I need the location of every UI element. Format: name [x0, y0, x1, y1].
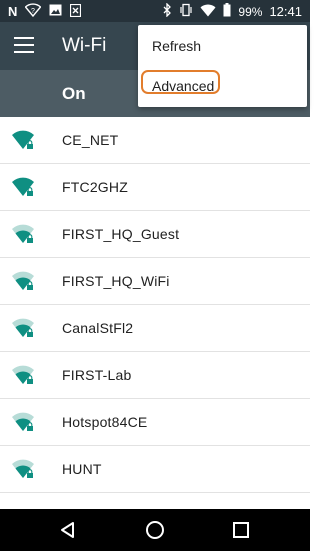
menu-item-label: Advanced [152, 78, 215, 94]
network-name: FTC2GHZ [62, 179, 128, 195]
wifi-signal-icon [200, 4, 216, 20]
recents-icon[interactable] [231, 520, 251, 540]
status-left-icons: N ? [8, 3, 82, 20]
menu-item-advanced[interactable]: Advanced [138, 67, 307, 105]
wifi-lock-icon [11, 270, 35, 292]
clock: 12:41 [269, 3, 302, 19]
navigation-bar [0, 509, 310, 551]
network-row[interactable]: FIRST-Lab [0, 352, 310, 399]
battery-percent: 99% [238, 4, 263, 19]
network-name: FIRST_HQ_WiFi [62, 273, 170, 289]
bluetooth-icon [163, 2, 172, 20]
network-name: Hotspot84CE [62, 414, 148, 430]
network-row[interactable]: FIRST_HQ_WiFi [0, 258, 310, 305]
menu-item-label: Refresh [152, 38, 202, 54]
home-icon[interactable] [145, 520, 165, 540]
battery-icon [223, 3, 231, 20]
svg-text:?: ? [31, 8, 35, 15]
menu-item-refresh[interactable]: Refresh [138, 27, 307, 65]
network-name: CanalStFl2 [62, 320, 134, 336]
network-row[interactable]: CE_NET [0, 117, 310, 164]
network-row[interactable]: CanalStFl2 [0, 305, 310, 352]
network-row[interactable]: Hotspot84CE [0, 399, 310, 446]
wifi-lock-icon [11, 411, 35, 433]
wifi-toggle-label: On [62, 84, 86, 103]
overflow-menu: Refresh Advanced [138, 25, 307, 107]
n-notification-icon: N [8, 3, 18, 19]
network-row[interactable]: FTC2GHZ [0, 164, 310, 211]
status-right-icons: 99% 12:41 [163, 2, 302, 20]
back-icon[interactable] [58, 520, 78, 540]
hamburger-menu-icon[interactable] [14, 37, 34, 55]
network-name: FIRST_HQ_Guest [62, 226, 180, 242]
screenshot-notification-icon [70, 3, 82, 20]
network-row[interactable]: HUNT [0, 446, 310, 493]
network-name: HUNT [62, 461, 102, 477]
network-name: CE_NET [62, 132, 119, 148]
image-notification-icon [49, 4, 62, 19]
wifi-lock-icon [11, 317, 35, 339]
network-row[interactable]: FIRST_HQ_Guest [0, 211, 310, 258]
vibrate-icon [179, 3, 193, 20]
wifi-lock-icon [11, 458, 35, 480]
wifi-lock-icon [11, 129, 35, 151]
wifi-lock-icon [11, 223, 35, 245]
wifi-question-icon: ? [24, 3, 42, 20]
network-list: CE_NET FTC2GHZ FIRST_HQ_Guest FIRST_HQ_WiFi… [0, 117, 310, 493]
page-title: Wi-Fi [62, 35, 107, 56]
wifi-lock-icon [11, 364, 35, 386]
wifi-lock-icon [11, 176, 35, 198]
status-bar: N ? 99% 12:41 [0, 0, 310, 22]
network-name: FIRST-Lab [62, 367, 132, 383]
